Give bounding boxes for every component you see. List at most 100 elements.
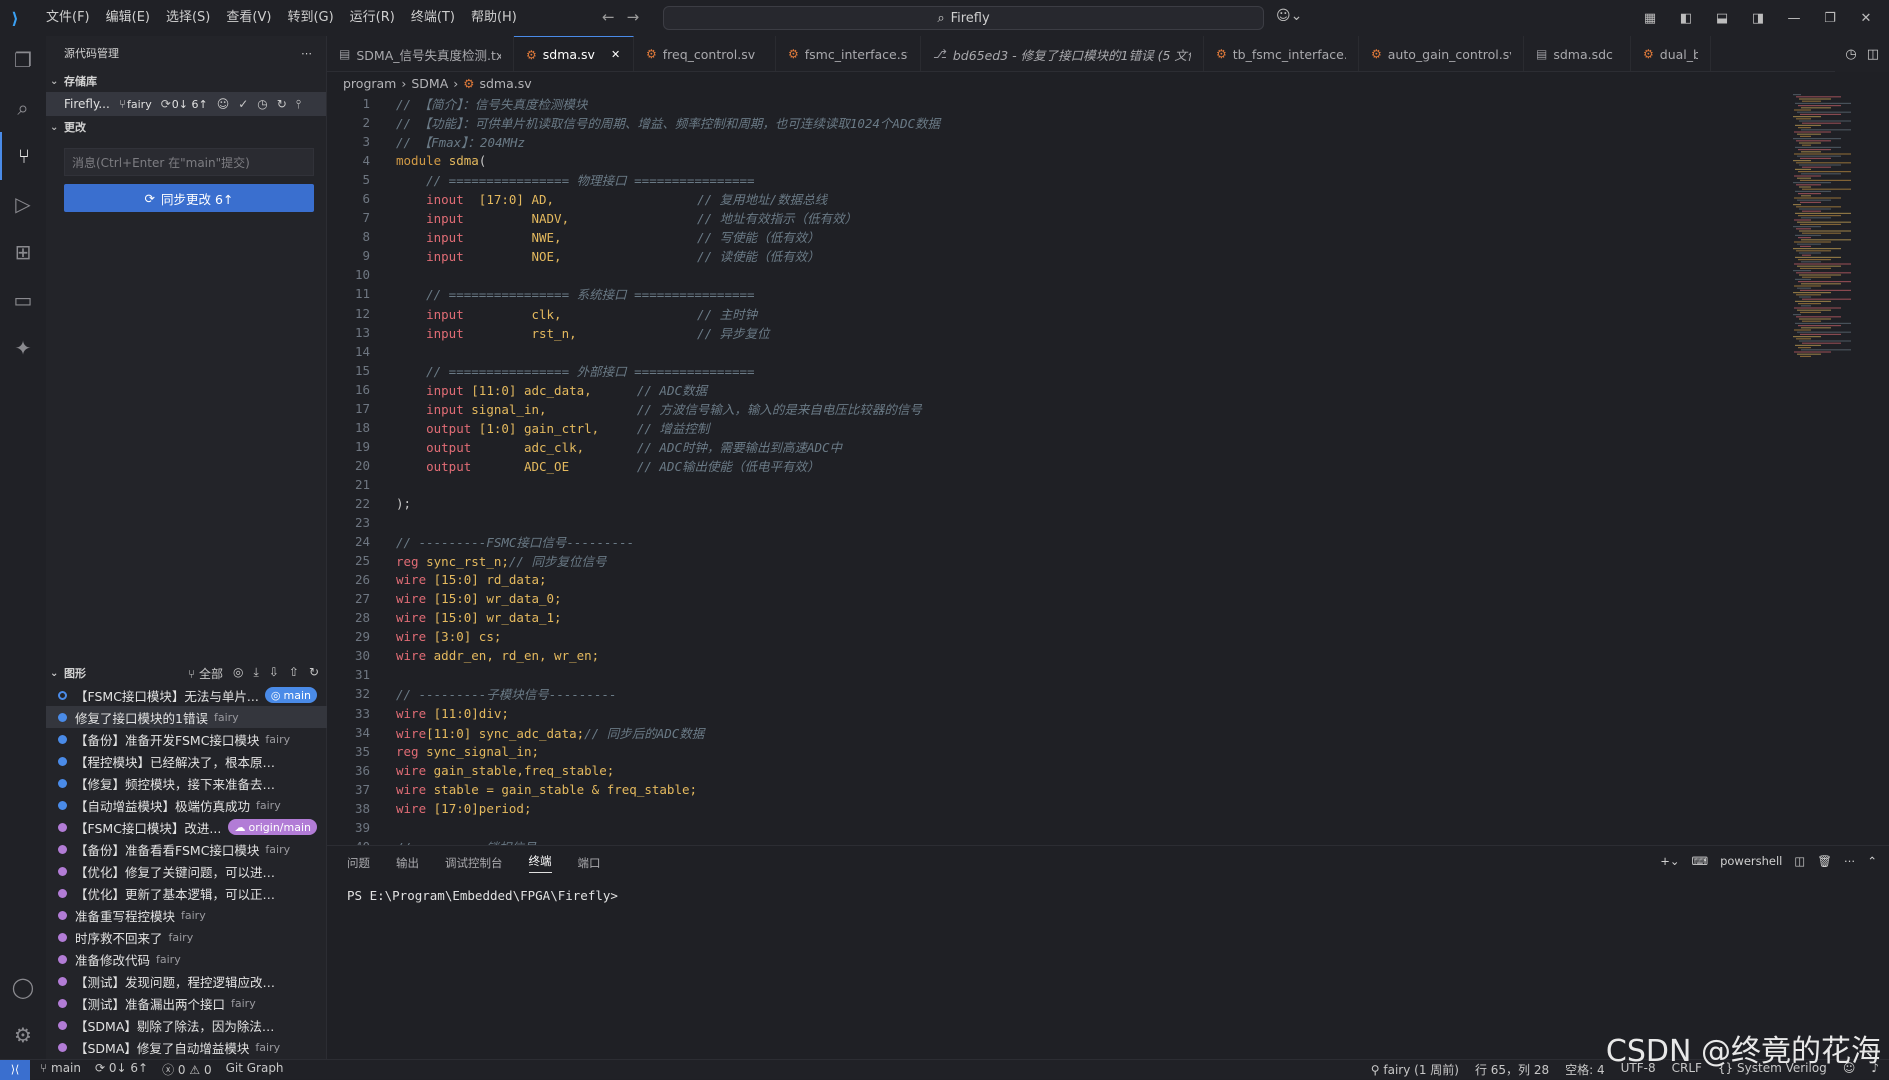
- run-debug-icon[interactable]: ▷: [0, 180, 46, 228]
- extensions-icon[interactable]: ⊞: [0, 228, 46, 276]
- breadcrumb-sdma[interactable]: SDMA: [411, 76, 448, 91]
- tab-output[interactable]: 输出: [396, 855, 419, 871]
- graph-compare-icon[interactable]: ⫯: [296, 97, 301, 112]
- graph-commit-item[interactable]: 【SDMA】修复了自动增益模块 fairy: [46, 1036, 327, 1058]
- forward-arrow-icon[interactable]: →: [627, 8, 640, 26]
- graph-commit-item[interactable]: 【SDMA】剔除了除法，因为除法不可...: [46, 1014, 327, 1036]
- command-center-search[interactable]: ⌕ Firefly: [663, 6, 1264, 30]
- source-control-icon[interactable]: ⑂: [0, 132, 46, 180]
- menu-terminal[interactable]: 终端(T): [403, 0, 463, 36]
- maximize-panel-icon[interactable]: ⌃: [1867, 854, 1877, 868]
- sync-icon[interactable]: ⟳: [161, 97, 171, 111]
- customize-layout-icon[interactable]: ▦: [1639, 11, 1661, 26]
- graph-commit-item[interactable]: 【程控模块】已经解决了，根本原因在...: [46, 750, 327, 772]
- tab-freq-control-sv[interactable]: ⚙ freq_control.sv: [634, 36, 776, 71]
- graph-commit-item[interactable]: 时序救不回来了 fairy: [46, 926, 327, 948]
- commit-check-icon[interactable]: ✓: [238, 97, 248, 111]
- new-terminal-icon[interactable]: +⌄: [1660, 854, 1679, 868]
- status-blame[interactable]: ⚲ fairy (1 周前): [1371, 1061, 1459, 1078]
- close-window-icon[interactable]: ✕: [1855, 11, 1877, 26]
- breadcrumb-program[interactable]: program: [343, 76, 396, 91]
- tab-sdma-sdc[interactable]: ▤ sdma.sdc: [1524, 36, 1631, 71]
- account-icon[interactable]: ◯: [0, 963, 46, 1011]
- status-branch[interactable]: ⑂ main: [40, 1061, 81, 1078]
- terminal-shell-name[interactable]: powershell: [1720, 854, 1782, 868]
- code-editor[interactable]: 1 // 【简介】：信号失真度检测模块 2 // 【功能】：可供单片机读取信号的周期、…: [327, 94, 1777, 845]
- graph-commit-item[interactable]: 【备份】准备看看FSMC接口模块 fairy: [46, 838, 327, 860]
- tab-problems[interactable]: 问题: [347, 855, 370, 871]
- more-actions-icon[interactable]: ⋯: [1844, 854, 1856, 868]
- tab-bd65ed3-1-5[interactable]: ⎇ bd65ed3 - 修复了接口模块的1错误 (5 文件): [921, 36, 1204, 71]
- target-icon[interactable]: ◎: [233, 665, 243, 682]
- graph-commit-item[interactable]: 【优化】更新了基本逻辑，可以正常稳...: [46, 882, 327, 904]
- graph-commit-item[interactable]: 【优化】修复了关键问题，可以进行准...: [46, 860, 327, 882]
- toggle-panel-icon[interactable]: ⬓: [1711, 11, 1733, 26]
- tab-auto-gain-control-sv[interactable]: ⚙ auto_gain_control.sv: [1359, 36, 1524, 71]
- menu-help[interactable]: 帮助(H): [463, 0, 525, 36]
- split-editor-icon[interactable]: ◫: [1867, 47, 1879, 62]
- menu-view[interactable]: 查看(V): [218, 0, 279, 36]
- trash-icon[interactable]: 🗑: [1817, 854, 1832, 868]
- branch-icon[interactable]: ⑂: [119, 97, 126, 111]
- status-indentation[interactable]: 空格: 4: [1565, 1061, 1605, 1078]
- tab-debug-console[interactable]: 调试控制台: [445, 855, 503, 871]
- tab-terminal[interactable]: 终端: [528, 853, 552, 873]
- toggle-secondary-sidebar-icon[interactable]: ◨: [1747, 11, 1769, 26]
- sync-changes-button[interactable]: ⟳ 同步更改 6↑: [64, 184, 314, 212]
- graph-commit-item[interactable]: 【FSMC接口模块】无法与单片... ◎ main: [46, 684, 327, 706]
- repository-row[interactable]: Firefly... ⑂ fairy ⟳ 0↓ 6↑ ☺ ✓ ◷ ↻ ⫯: [46, 92, 326, 116]
- status-sync[interactable]: ⟳ 0↓ 6↑: [95, 1061, 148, 1078]
- pull-icon[interactable]: ⇩: [269, 665, 279, 682]
- status-position[interactable]: 行 65，列 28: [1475, 1061, 1549, 1078]
- graph-section-header[interactable]: ⌄ 图形 ⑂ 全部 ◎ ⤓ ⇩ ⇧ ↻: [46, 662, 327, 684]
- copilot-small-icon[interactable]: ☺: [217, 97, 230, 111]
- status-problems[interactable]: ⓧ 0 ⚠ 0: [162, 1061, 212, 1078]
- gear-icon[interactable]: ⚙: [0, 1011, 46, 1059]
- push-icon[interactable]: ⇧: [289, 665, 299, 682]
- status-gitgraph[interactable]: Git Graph: [226, 1061, 284, 1078]
- graph-commit-item[interactable]: 【FSMC接口模块】改进... ☁ origin/main: [46, 816, 327, 838]
- history-icon[interactable]: ◷: [257, 97, 267, 111]
- menu-file[interactable]: 文件(F): [38, 0, 98, 36]
- tab-tb-fsmc-interface-sv[interactable]: ⚙ tb_fsmc_interface.sv: [1204, 36, 1359, 71]
- more-actions-icon[interactable]: ⋯: [301, 47, 312, 60]
- menu-edit[interactable]: 编辑(E): [98, 0, 158, 36]
- fpga-extension-icon[interactable]: ✦: [0, 324, 46, 372]
- graph-commit-item[interactable]: 【备份】准备开发FSMC接口模块 fairy: [46, 728, 327, 750]
- menu-selection[interactable]: 选择(S): [158, 0, 218, 36]
- tab-sdma-sv[interactable]: ⚙ sdma.sv ✕: [514, 36, 634, 71]
- explorer-icon[interactable]: ❐: [0, 36, 46, 84]
- search-view-icon[interactable]: ⌕: [0, 84, 46, 132]
- toggle-primary-sidebar-icon[interactable]: ◧: [1675, 11, 1697, 26]
- commit-message-input[interactable]: 消息(Ctrl+Enter 在"main"提交): [64, 148, 314, 176]
- changes-section-header[interactable]: ⌄ 更改: [46, 116, 326, 138]
- refresh-icon[interactable]: ↻: [309, 665, 319, 682]
- close-tab-icon[interactable]: ✕: [611, 48, 620, 61]
- graph-commit-item[interactable]: 【测试】准备漏出两个接口 fairy: [46, 992, 327, 1014]
- repositories-section-header[interactable]: ⌄ 存储库: [46, 70, 326, 92]
- graph-commit-item[interactable]: 准备重写程控模块 fairy: [46, 904, 327, 926]
- tab-fsmc-interface-sv[interactable]: ⚙ fsmc_interface.sv: [776, 36, 921, 71]
- split-terminal-icon[interactable]: ◫: [1794, 854, 1805, 868]
- minimap[interactable]: [1789, 94, 1879, 394]
- graph-commit-item[interactable]: 准备修改代码 fairy: [46, 948, 327, 970]
- tab-sdma-txt[interactable]: ▤ SDMA_信号失真度检测.txt: [327, 36, 514, 71]
- graph-commit-item[interactable]: 【自动增益模块】极端仿真成功 fairy: [46, 794, 327, 816]
- tab-dual-buff[interactable]: ⚙ dual_buff: [1631, 36, 1711, 71]
- graph-all-branches[interactable]: ⑂ 全部: [188, 665, 223, 682]
- minimize-icon[interactable]: —: [1783, 11, 1805, 26]
- fetch-icon[interactable]: ⤓: [254, 665, 259, 682]
- copilot-icon[interactable]: ☺⌄: [1276, 8, 1302, 24]
- graph-commit-item[interactable]: 【测试】发现问题，程控逻辑应改为峰...: [46, 970, 327, 992]
- terminal-output[interactable]: PS E:\Program\Embedded\FPGA\Firefly>: [327, 880, 1889, 911]
- graph-commit-item[interactable]: 【修复】频控模块，接下来准备去除过...: [46, 772, 327, 794]
- refresh-icon[interactable]: ↻: [277, 97, 287, 111]
- menu-go[interactable]: 转到(G): [279, 0, 341, 36]
- back-arrow-icon[interactable]: ←: [602, 8, 615, 26]
- remote-icon[interactable]: ⟩⟨: [0, 1059, 30, 1080]
- timeline-icon[interactable]: ◷: [1845, 47, 1856, 62]
- menu-run[interactable]: 运行(R): [342, 0, 403, 36]
- restore-icon[interactable]: ❐: [1819, 11, 1841, 26]
- breadcrumb-file[interactable]: sdma.sv: [479, 76, 531, 91]
- graph-commit-item[interactable]: 修复了接口模块的1错误 fairy: [46, 706, 327, 728]
